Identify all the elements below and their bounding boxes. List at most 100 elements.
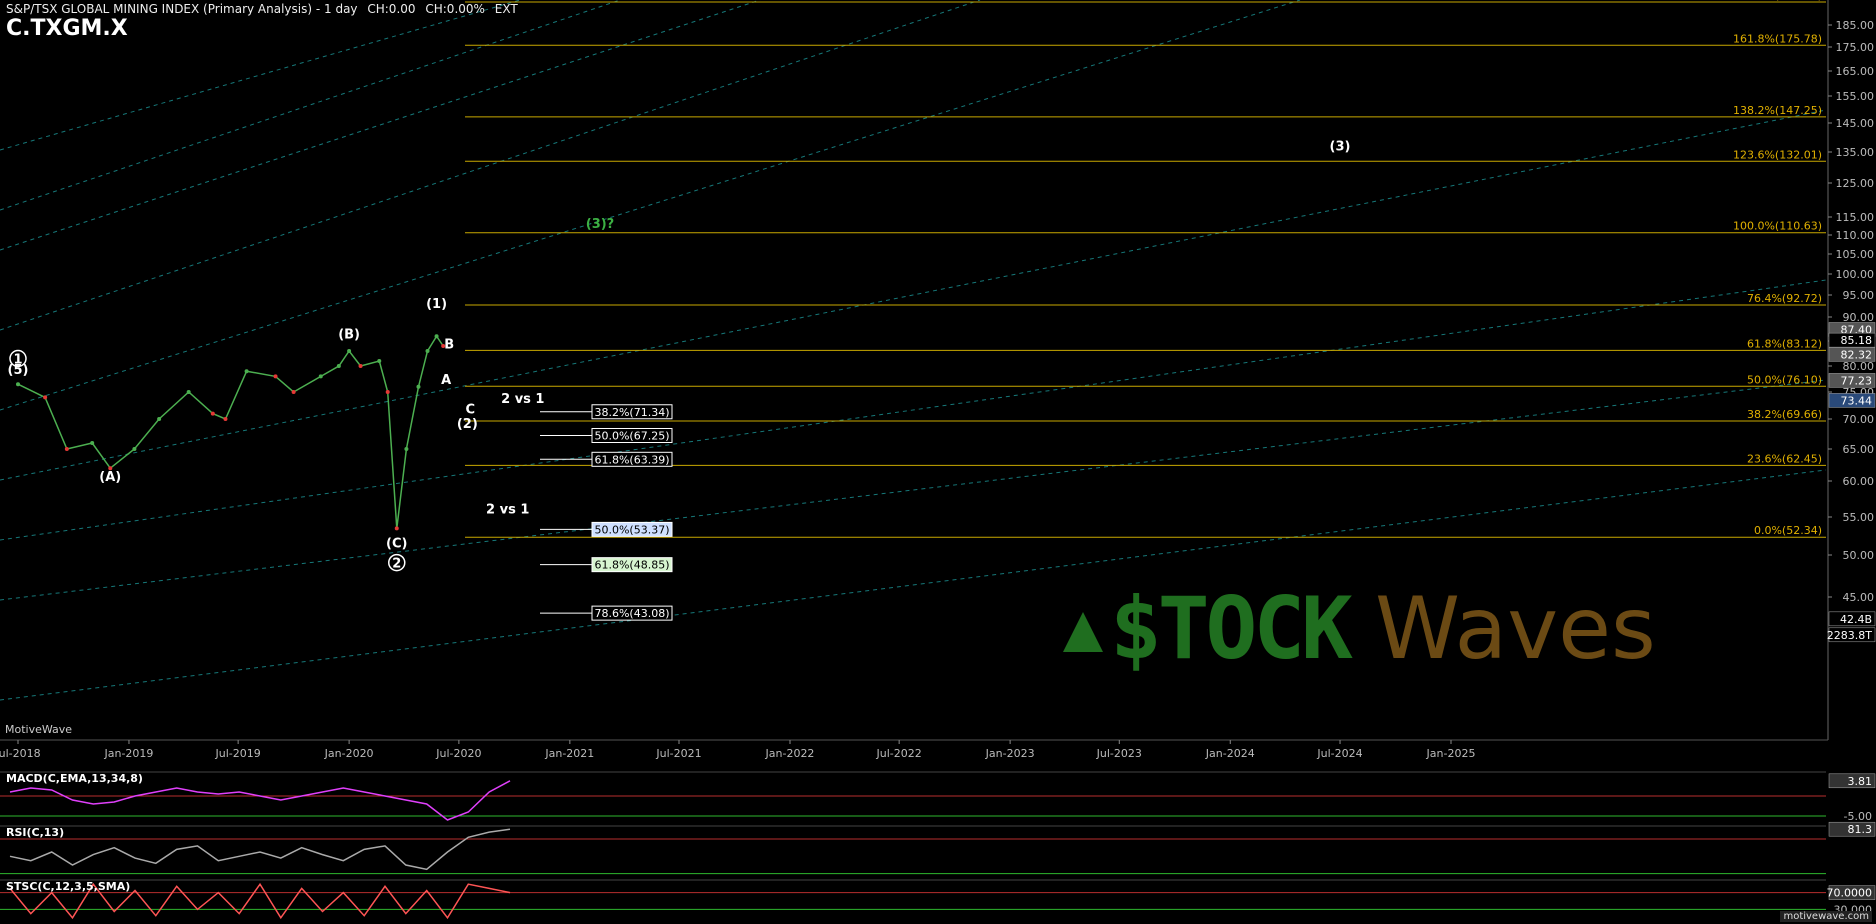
indicator-tag-label: 81.3 xyxy=(1848,823,1873,836)
trendline xyxy=(0,279,1827,541)
price-tick-label: 135.00 xyxy=(1836,146,1875,159)
indicator-title: RSI(C,13) xyxy=(6,826,64,839)
price-point xyxy=(273,374,278,379)
time-tick-label: Jan-2025 xyxy=(1426,747,1476,760)
price-point xyxy=(210,411,215,416)
fib-label: 100.0%(110.63) xyxy=(1733,220,1822,233)
price-tick-label: 70.00 xyxy=(1843,413,1875,426)
price-point xyxy=(434,334,439,339)
retrace-label: 61.8%(48.85) xyxy=(594,559,669,572)
trendline xyxy=(0,0,1301,411)
trendline xyxy=(0,379,1827,601)
price-tick-label: 155.00 xyxy=(1836,90,1875,103)
indicator-tag2-label: -5.00 xyxy=(1844,810,1872,823)
wave-label: 2 vs 1 xyxy=(501,392,544,407)
fib-label: 0.0%(52.34) xyxy=(1754,524,1822,537)
price-point xyxy=(394,526,399,531)
price-line xyxy=(17,334,444,529)
retrace-label: 38.2%(71.34) xyxy=(594,406,669,419)
price-tick-label: 45.00 xyxy=(1843,591,1875,604)
time-tick-label: Jan-2020 xyxy=(324,747,374,760)
fib-label: 138.2%(147.25) xyxy=(1733,104,1822,117)
trendline xyxy=(0,109,1827,481)
price-tag-label: 85.18 xyxy=(1841,334,1873,347)
price-point xyxy=(223,417,228,421)
wave-label: (3) xyxy=(1330,140,1351,155)
price-point xyxy=(425,349,430,353)
wave-label: (5) xyxy=(8,363,29,378)
price-tick-label: 100.00 xyxy=(1836,268,1875,281)
logo-waves-text: Waves xyxy=(1375,579,1656,679)
price-point xyxy=(385,390,390,394)
stockwaves-logo: $TOCK Waves xyxy=(1063,579,1656,679)
wave-label: A xyxy=(441,373,451,388)
time-tick-label: Jul-2023 xyxy=(1096,747,1142,760)
time-tick-label: Jul-2021 xyxy=(655,747,701,760)
price-tick-label: 95.00 xyxy=(1843,289,1875,302)
time-tick-label: Jul-2018 xyxy=(0,747,41,760)
price-tick-label: 165.00 xyxy=(1836,65,1875,78)
fib-label: 123.6%(132.01) xyxy=(1733,148,1822,161)
time-tick-label: Jul-2022 xyxy=(876,747,922,760)
change-percent: CH:0.00% xyxy=(425,2,485,16)
time-axis[interactable]: Jul-2018 Jan-2019 Jul-2019 Jan-2020 Jul-2020… xyxy=(0,739,1828,760)
fib-label: 38.2%(69.66) xyxy=(1747,408,1822,421)
retrace-label: 50.0%(53.37) xyxy=(594,523,669,536)
chart-canvas[interactable]: 0.0%(52.34) 23.6%(62.45) 38.2%(69.66) 50.0%… xyxy=(0,0,1876,924)
price-tag-label: 82.32 xyxy=(1841,348,1873,361)
time-tick-label: Jan-2024 xyxy=(1205,747,1255,760)
trendline xyxy=(0,0,981,331)
wave-label: (C) xyxy=(386,536,407,551)
indicator-line xyxy=(9,780,511,821)
price-tick-label: 60.00 xyxy=(1843,475,1875,488)
price-tick-label: 185.00 xyxy=(1836,19,1875,32)
retracement-boxes: 38.2%(71.34) 50.0%(67.25) 61.8%(63.39) 50.0… xyxy=(540,404,673,621)
indicator-tag-label: 70.0000 xyxy=(1827,887,1873,900)
up-arrow-icon xyxy=(1063,612,1103,652)
wave-label: (B) xyxy=(338,328,360,343)
fib-label: 76.4%(92.72) xyxy=(1747,292,1822,305)
price-tick-label: 55.00 xyxy=(1843,511,1875,524)
price-tag-label: 42.4B xyxy=(1840,613,1872,626)
wave-label: (1) xyxy=(426,297,447,312)
retrace-label: 78.6%(43.08) xyxy=(594,607,669,620)
price-point xyxy=(318,374,323,379)
price-point xyxy=(404,447,409,451)
price-series xyxy=(16,334,446,531)
price-point xyxy=(291,390,296,394)
time-tick-label: Jul-2020 xyxy=(435,747,481,760)
symbol-label: C.TXGM.X xyxy=(6,16,128,41)
price-tag-label: 77.23 xyxy=(1841,374,1873,387)
change-value: CH:0.00 xyxy=(367,2,416,16)
time-tick-label: Jan-2023 xyxy=(985,747,1035,760)
fib-label: 161.8%(175.78) xyxy=(1733,32,1822,45)
price-point xyxy=(132,447,137,451)
indicator-title: MACD(C,EMA,13,34,8) xyxy=(6,772,143,785)
fib-label: 61.8%(83.12) xyxy=(1747,337,1822,350)
chart-title: S&P/TSX GLOBAL MINING INDEX (Primary Ana… xyxy=(6,2,358,16)
price-tick-label: 80.00 xyxy=(1843,360,1875,373)
indicator-panels: MACD(C,EMA,13,34,8) 3.81 -5.00 RSI(C,13) 81.… xyxy=(0,771,1876,920)
fib-label: 23.6%(62.45) xyxy=(1747,452,1822,465)
time-tick-label: Jan-2019 xyxy=(104,747,154,760)
price-point xyxy=(347,349,352,353)
price-tick-label: 175.00 xyxy=(1836,41,1875,54)
indicator-title: STSC(C,12,3,5,SMA) xyxy=(6,880,130,893)
price-tick-label: 115.00 xyxy=(1836,211,1875,224)
wave-label: B xyxy=(444,338,454,353)
price-axis[interactable]: 45.0050.0055.0060.0065.0070.0075.0080.00… xyxy=(1827,0,1876,740)
wave-label: (3)? xyxy=(586,217,614,232)
fib-label: 176.4%(193.58) xyxy=(1733,0,1822,2)
indicator-tag-label: 3.81 xyxy=(1848,775,1873,788)
price-tick-label: 125.00 xyxy=(1836,177,1875,190)
wave-labels: 1(5)(A)(B)(C)2(1)BAC(2)2 vs 12 vs 1(3)?(… xyxy=(8,140,1351,572)
wave-label: 2 vs 1 xyxy=(486,502,529,517)
fib-label: 50.0%(76.10) xyxy=(1747,373,1822,386)
indicator-line xyxy=(9,828,511,871)
price-tick-label: 110.00 xyxy=(1836,229,1875,242)
price-point xyxy=(157,417,162,421)
price-point xyxy=(64,447,69,451)
retrace-label: 50.0%(67.25) xyxy=(594,430,669,443)
retrace-label: 61.8%(63.39) xyxy=(594,453,669,466)
time-tick-label: Jan-2022 xyxy=(765,747,815,760)
